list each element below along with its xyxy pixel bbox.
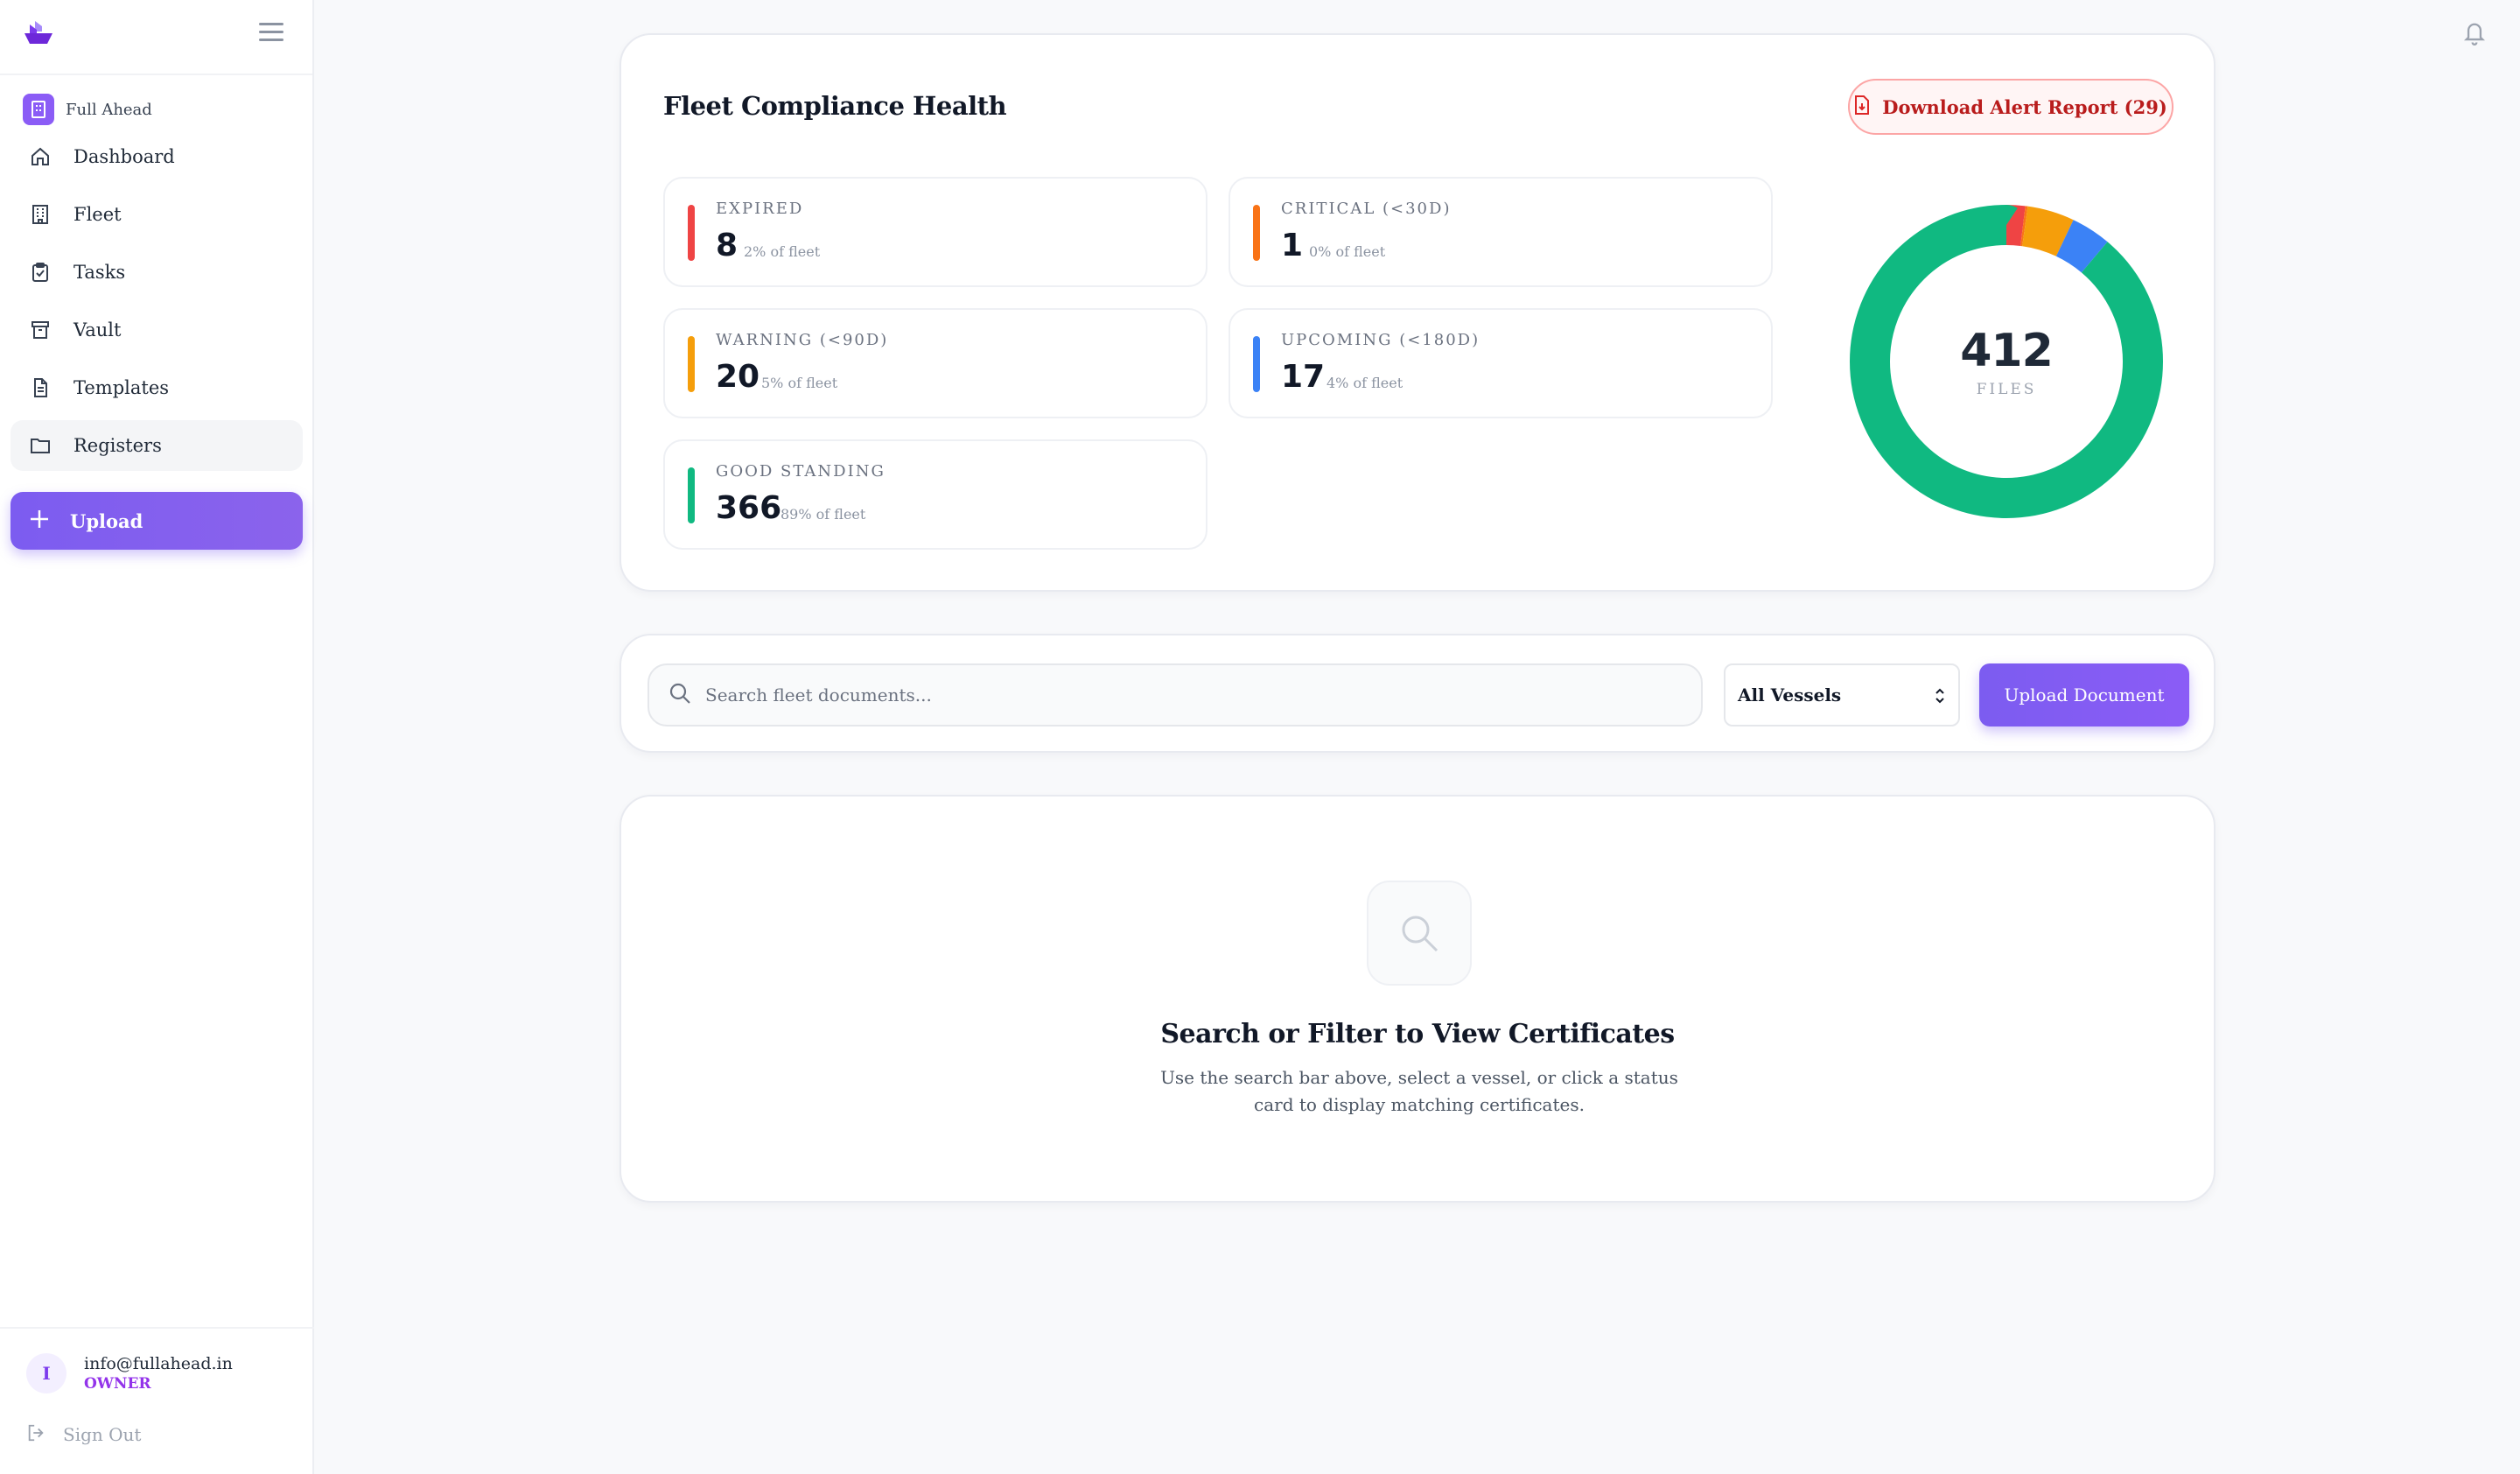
clipboard-check-icon bbox=[28, 260, 52, 284]
org-name: Full Ahead bbox=[66, 100, 152, 119]
search-toolbar: All Vessels Upload Document bbox=[620, 634, 2216, 753]
compliance-donut-chart: 412 FILES bbox=[1850, 205, 2163, 518]
sign-out-button[interactable]: Sign Out bbox=[26, 1423, 141, 1446]
status-percent: 0% of fleet bbox=[1309, 243, 1386, 260]
upload-button[interactable]: Upload bbox=[10, 492, 303, 550]
status-value: 8 bbox=[716, 228, 738, 263]
status-caption: CRITICAL (<30D) bbox=[1281, 200, 1452, 218]
building-icon bbox=[28, 202, 52, 227]
ship-logo-icon[interactable] bbox=[23, 19, 54, 46]
sidebar-nav: Dashboard Fleet Tasks Vault Templates Re… bbox=[10, 131, 303, 478]
status-bar bbox=[1253, 336, 1260, 392]
user-role: OWNER bbox=[84, 1375, 151, 1393]
sign-out-icon bbox=[26, 1423, 46, 1446]
empty-search-icon bbox=[1367, 881, 1472, 986]
folder-icon bbox=[28, 433, 52, 458]
sidebar-item-label: Dashboard bbox=[74, 146, 175, 167]
status-value: 366 bbox=[716, 490, 782, 526]
building-icon bbox=[23, 94, 54, 125]
sidebar-item-fleet[interactable]: Fleet bbox=[10, 189, 303, 240]
sidebar-item-label: Tasks bbox=[74, 262, 126, 283]
menu-toggle-icon[interactable] bbox=[259, 23, 284, 44]
upload-document-button[interactable]: Upload Document bbox=[1979, 663, 2189, 726]
status-value: 1 bbox=[1281, 228, 1304, 263]
status-percent: 5% of fleet bbox=[761, 375, 838, 391]
search-icon bbox=[668, 682, 691, 708]
sidebar-item-label: Vault bbox=[74, 319, 122, 340]
sidebar-item-dashboard[interactable]: Dashboard bbox=[10, 131, 303, 182]
bell-icon[interactable] bbox=[2462, 19, 2487, 46]
empty-state-title: Search or Filter to View Certificates bbox=[1160, 1019, 1675, 1049]
status-bar bbox=[1253, 205, 1260, 261]
sign-out-label: Sign Out bbox=[63, 1424, 142, 1445]
sidebar: Full Ahead Dashboard Fleet Tasks Vault T… bbox=[0, 0, 314, 1474]
org-switcher[interactable]: Full Ahead bbox=[23, 94, 152, 125]
file-download-icon bbox=[1854, 95, 1870, 118]
download-alert-report-label: Download Alert Report (29) bbox=[1882, 95, 2167, 118]
donut-label: FILES bbox=[1976, 381, 2037, 398]
sidebar-item-vault[interactable]: Vault bbox=[10, 305, 303, 355]
donut-total: 412 bbox=[1960, 325, 2054, 377]
status-bar bbox=[688, 336, 695, 392]
empty-state-card: Search or Filter to View Certificates Us… bbox=[620, 795, 2216, 1203]
updown-chevron-icon bbox=[1934, 686, 1946, 709]
status-card-upcoming[interactable]: UPCOMING (<180D) 17 4% of fleet bbox=[1228, 308, 1773, 418]
plus-icon bbox=[28, 508, 51, 534]
donut-center: 412 FILES bbox=[1850, 205, 2163, 518]
status-card-expired[interactable]: EXPIRED 8 2% of fleet bbox=[663, 177, 1208, 287]
status-caption: EXPIRED bbox=[716, 200, 804, 218]
upload-document-label: Upload Document bbox=[2004, 684, 2165, 705]
status-value: 20 bbox=[716, 359, 760, 395]
search-input[interactable] bbox=[705, 684, 1668, 705]
user-profile[interactable]: I info@fullahead.in OWNER bbox=[26, 1353, 233, 1393]
vessel-select[interactable]: All Vessels bbox=[1724, 663, 1960, 726]
archive-icon bbox=[28, 318, 52, 342]
status-card-good-standing[interactable]: GOOD STANDING 366 89% of fleet bbox=[663, 439, 1208, 550]
status-percent: 2% of fleet bbox=[744, 243, 821, 260]
sidebar-item-label: Templates bbox=[74, 377, 170, 398]
file-text-icon bbox=[28, 376, 52, 400]
status-bar bbox=[688, 467, 695, 523]
sidebar-item-tasks[interactable]: Tasks bbox=[10, 247, 303, 298]
status-value: 17 bbox=[1281, 359, 1326, 395]
download-alert-report-button[interactable]: Download Alert Report (29) bbox=[1848, 79, 2174, 135]
fleet-compliance-card: Fleet Compliance Health Download Alert R… bbox=[620, 33, 2216, 592]
status-caption: GOOD STANDING bbox=[716, 462, 886, 481]
sidebar-header bbox=[0, 0, 312, 75]
sidebar-footer: I info@fullahead.in OWNER Sign Out bbox=[0, 1327, 314, 1474]
card-title: Fleet Compliance Health bbox=[663, 91, 1007, 121]
vessel-select-value: All Vessels bbox=[1738, 684, 1842, 705]
status-bar bbox=[688, 205, 695, 261]
search-box[interactable] bbox=[648, 663, 1703, 726]
empty-state-description: Use the search bar above, select a vesse… bbox=[1160, 1067, 1678, 1115]
status-card-warning[interactable]: WARNING (<90D) 20 5% of fleet bbox=[663, 308, 1208, 418]
status-percent: 89% of fleet bbox=[780, 506, 866, 523]
avatar: I bbox=[26, 1353, 66, 1393]
status-card-critical[interactable]: CRITICAL (<30D) 1 0% of fleet bbox=[1228, 177, 1773, 287]
status-caption: WARNING (<90D) bbox=[716, 331, 889, 349]
sidebar-item-templates[interactable]: Templates bbox=[10, 362, 303, 413]
user-email: info@fullahead.in bbox=[84, 1354, 233, 1373]
sidebar-item-label: Registers bbox=[74, 435, 162, 456]
home-icon bbox=[28, 144, 52, 169]
status-percent: 4% of fleet bbox=[1326, 375, 1404, 391]
status-caption: UPCOMING (<180D) bbox=[1281, 331, 1480, 349]
upload-button-label: Upload bbox=[70, 509, 144, 532]
sidebar-item-label: Fleet bbox=[74, 204, 122, 225]
sidebar-item-registers[interactable]: Registers bbox=[10, 420, 303, 471]
